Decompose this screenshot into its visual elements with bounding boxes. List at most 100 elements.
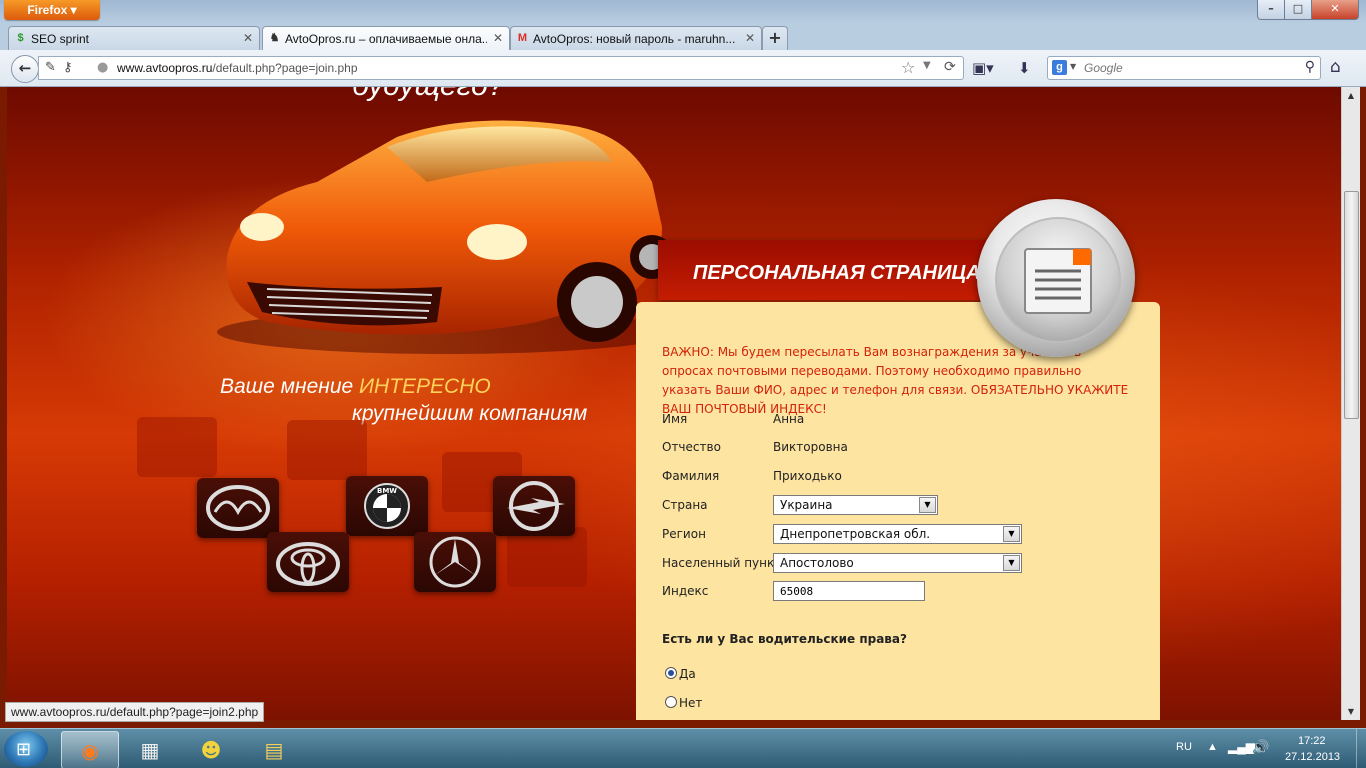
search-engine-dropdown-icon[interactable]: ▼ xyxy=(1070,62,1076,71)
search-icon[interactable]: ⚲ xyxy=(1305,59,1315,75)
badge-inner xyxy=(995,217,1121,343)
page-content: будущего? Ваше мнение ИНТЕРЕСНО крупнейш… xyxy=(7,87,1341,720)
url-path: /default.php?page=join.php xyxy=(212,61,358,75)
tab-title: SEO sprint xyxy=(31,32,90,46)
bmw-logo: BMW xyxy=(346,476,428,536)
avtoopros-favicon-icon: ♞ xyxy=(269,32,280,44)
tab-close-icon[interactable]: ✕ xyxy=(243,31,253,45)
radio-option-yes[interactable]: Да xyxy=(665,667,696,681)
maximize-icon: □ xyxy=(1292,2,1304,15)
firefox-menu-button[interactable]: Firefox ▾ xyxy=(4,0,100,20)
region-label: Регион xyxy=(662,527,706,541)
radio-no[interactable] xyxy=(665,696,677,708)
url-dropdown-icon[interactable]: ▼ xyxy=(923,60,931,71)
document-icon xyxy=(1024,248,1092,314)
back-button[interactable]: ← xyxy=(11,55,39,83)
slogan-highlight: ИНТЕРЕСНО xyxy=(359,375,491,398)
tab-gmail[interactable]: M AvtoOpros: новый пароль - maruhn... ✕ xyxy=(510,26,762,50)
tab-bar: $ SEO sprint ✕ ♞ AvtoOpros.ru – оплачива… xyxy=(0,24,1366,51)
page-scrollbar[interactable]: ▲ ▼ xyxy=(1341,87,1360,720)
window-titlebar: Firefox ▾ – □ ✕ xyxy=(0,0,1366,24)
address-bar[interactable]: ✎ ⚷ ● www.avtoopros.ru/default.php?page=… xyxy=(38,56,964,80)
city-select[interactable]: Апостолово ▼ xyxy=(773,553,1022,573)
close-icon: ✕ xyxy=(1330,2,1340,15)
search-placeholder: Google xyxy=(1084,61,1123,75)
tab-title: AvtoOpros: новый пароль - maruhn... xyxy=(533,32,736,46)
volume-icon[interactable]: 🔊 xyxy=(1252,739,1269,756)
taskbar-messenger[interactable]: ☻ xyxy=(183,731,239,767)
chevron-down-icon[interactable]: ▼ xyxy=(919,497,936,513)
folder-icon: ▤ xyxy=(264,738,284,762)
close-window-button[interactable]: ✕ xyxy=(1311,0,1359,20)
last-name-value: Приходько xyxy=(773,469,842,483)
show-desktop-button[interactable] xyxy=(1356,729,1366,768)
registration-form-panel: ВАЖНО: Мы будем пересылать Вам вознаграж… xyxy=(636,302,1160,720)
city-selected-value: Апостолово xyxy=(780,556,854,570)
opel-logo xyxy=(493,476,575,536)
network-icon[interactable]: ▂▄▆ xyxy=(1228,740,1255,754)
page-title: ПЕРСОНАЛЬНАЯ СТРАНИЦА xyxy=(693,262,981,284)
url-host: www.avtoopros.ru xyxy=(117,61,213,75)
chevron-down-icon[interactable]: ▼ xyxy=(1003,555,1020,571)
mazda-logo xyxy=(197,478,279,538)
scroll-up-icon[interactable]: ▲ xyxy=(1342,87,1360,104)
chevron-down-icon[interactable]: ▼ xyxy=(1003,526,1020,542)
country-select[interactable]: Украина ▼ xyxy=(773,495,938,515)
tab-avtoopros[interactable]: ♞ AvtoOpros.ru – оплачиваемые онла... ✕ xyxy=(262,26,510,51)
personal-page-badge xyxy=(977,199,1135,357)
tab-seo-sprint[interactable]: $ SEO sprint ✕ xyxy=(8,26,260,50)
mercedes-logo xyxy=(414,532,496,592)
search-bar[interactable]: g ▼ Google ⚲ xyxy=(1047,56,1321,80)
taskbar-calculator[interactable]: ▦ xyxy=(122,731,178,767)
url-text[interactable]: www.avtoopros.ru/default.php?page=join.p… xyxy=(117,61,358,75)
bookmarks-menu-icon[interactable]: ▣▾ xyxy=(972,59,994,77)
windows-taskbar: ⊞ ◉ ▦ ☻ ▤ RU ▲ ▂▄▆ 🔊 17:22 27.12.2013 xyxy=(0,728,1366,768)
country-selected-value: Украина xyxy=(780,498,833,512)
patronymic-value: Викторовна xyxy=(773,440,848,454)
clock-date[interactable]: 27.12.2013 xyxy=(1285,751,1340,763)
last-name-label: Фамилия xyxy=(662,469,720,483)
home-icon[interactable]: ⌂ xyxy=(1330,57,1341,77)
hero-question-text: будущего? xyxy=(352,87,505,103)
identity-icon[interactable]: ✎ xyxy=(45,60,56,75)
region-select[interactable]: Днепропетровская обл. ▼ xyxy=(773,524,1022,544)
first-name-label: Имя xyxy=(662,412,688,426)
minimize-button[interactable]: – xyxy=(1257,0,1285,20)
bookmark-star-icon[interactable]: ☆ xyxy=(901,58,915,77)
radio-option-no[interactable]: Нет xyxy=(665,696,702,710)
radio-yes-label: Да xyxy=(679,667,696,681)
tab-close-icon[interactable]: ✕ xyxy=(493,31,503,45)
firefox-icon: ◉ xyxy=(81,739,99,763)
downloads-icon[interactable]: ⬇ xyxy=(1018,59,1031,77)
scroll-down-icon[interactable]: ▼ xyxy=(1342,703,1360,720)
toyota-logo xyxy=(267,532,349,592)
new-tab-button[interactable]: + xyxy=(762,26,788,50)
region-selected-value: Днепропетровская обл. xyxy=(780,527,931,541)
tab-close-icon[interactable]: ✕ xyxy=(745,31,755,45)
city-label: Населенный пункт xyxy=(662,556,782,570)
postal-index-input[interactable]: 65008 xyxy=(773,581,925,601)
google-icon[interactable]: g xyxy=(1052,60,1067,75)
reload-icon[interactable]: ⟳ xyxy=(944,59,956,75)
status-bar-url: www.avtoopros.ru/default.php?page=join2.… xyxy=(5,702,265,722)
key-icon[interactable]: ⚷ xyxy=(63,60,73,75)
patronymic-label: Отчество xyxy=(662,440,721,454)
scroll-thumb[interactable] xyxy=(1344,191,1359,419)
taskbar-explorer[interactable]: ▤ xyxy=(246,731,302,767)
language-indicator[interactable]: RU xyxy=(1176,741,1192,753)
calculator-icon: ▦ xyxy=(140,738,160,762)
driver-license-question: Есть ли у Вас водительские права? xyxy=(662,632,907,646)
start-button[interactable]: ⊞ xyxy=(4,731,48,767)
minimize-icon: – xyxy=(1268,2,1274,15)
globe-icon: ● xyxy=(97,60,109,75)
first-name-value: Анна xyxy=(773,412,805,426)
radio-yes[interactable] xyxy=(665,667,677,679)
slogan-prefix: Ваше мнение xyxy=(220,375,360,398)
sports-car-image xyxy=(217,120,672,354)
clock-time[interactable]: 17:22 xyxy=(1298,735,1326,747)
tab-title: AvtoOpros.ru – оплачиваемые онла... xyxy=(285,32,487,46)
show-hidden-icons-icon[interactable]: ▲ xyxy=(1207,741,1218,753)
taskbar-firefox[interactable]: ◉ xyxy=(61,731,119,768)
maximize-button[interactable]: □ xyxy=(1284,0,1312,20)
decorative-square xyxy=(137,417,217,477)
